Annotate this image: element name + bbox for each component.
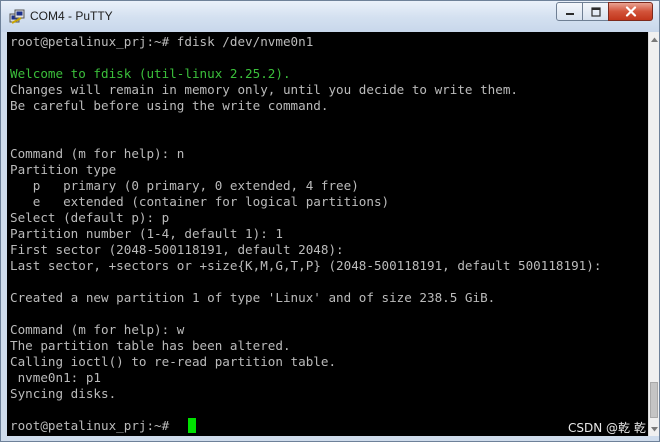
maximize-icon: [590, 6, 601, 17]
terminal-line: root@petalinux_prj:~#: [10, 418, 177, 433]
terminal-line: Be careful before using the write comman…: [10, 98, 329, 113]
scroll-up-button[interactable]: [649, 32, 659, 46]
terminal-line: p primary (0 primary, 0 extended, 4 free…: [10, 178, 359, 193]
terminal-output[interactable]: root@petalinux_prj:~# fdisk /dev/nvme0n1…: [7, 32, 648, 436]
terminal-line: Partition type: [10, 162, 117, 177]
terminal-line: Changes will remain in memory only, unti…: [10, 82, 518, 97]
putty-window: COM4 - PuTTY root@petalinux_prj:~# fdisk…: [0, 0, 660, 442]
terminal-line: nvme0n1: p1: [10, 370, 101, 385]
putty-app-icon[interactable]: [9, 9, 25, 25]
title-bar[interactable]: COM4 - PuTTY: [1, 1, 659, 32]
terminal-line: Partition number (1-4, default 1): 1: [10, 226, 283, 241]
vertical-scrollbar[interactable]: [648, 32, 659, 436]
terminal-line: Welcome to fdisk (util-linux 2.25.2).: [10, 66, 291, 81]
minimize-button[interactable]: [556, 2, 583, 21]
text-cursor: [188, 418, 196, 433]
terminal-line: First sector (2048-500118191, default 20…: [10, 242, 344, 257]
scroll-down-button[interactable]: [649, 422, 659, 436]
window-controls: [556, 2, 653, 22]
close-icon: [625, 6, 636, 17]
terminal-line: Command (m for help): w: [10, 322, 185, 337]
terminal-line: Select (default p): p: [10, 210, 170, 225]
minimize-icon: [565, 12, 574, 15]
watermark: CSDN @乾 乾: [568, 421, 646, 435]
terminal-line: Syncing disks.: [10, 386, 117, 401]
terminal-line: Command (m for help): n: [10, 146, 185, 161]
scroll-thumb[interactable]: [650, 382, 658, 418]
window-title: COM4 - PuTTY: [30, 9, 113, 23]
close-button[interactable]: [608, 2, 653, 21]
maximize-button[interactable]: [582, 2, 609, 21]
terminal-line: e extended (container for logical partit…: [10, 194, 390, 209]
arrow-up-icon: [650, 37, 658, 42]
terminal-line: The partition table has been altered.: [10, 338, 291, 353]
terminal-line: root@petalinux_prj:~# fdisk /dev/nvme0n1: [10, 34, 314, 49]
arrow-down-icon: [650, 426, 658, 431]
terminal-line: Created a new partition 1 of type 'Linux…: [10, 290, 496, 305]
terminal-line: Calling ioctl() to re-read partition tab…: [10, 354, 337, 369]
terminal-line: Last sector, +sectors or +size{K,M,G,T,P…: [10, 258, 602, 273]
